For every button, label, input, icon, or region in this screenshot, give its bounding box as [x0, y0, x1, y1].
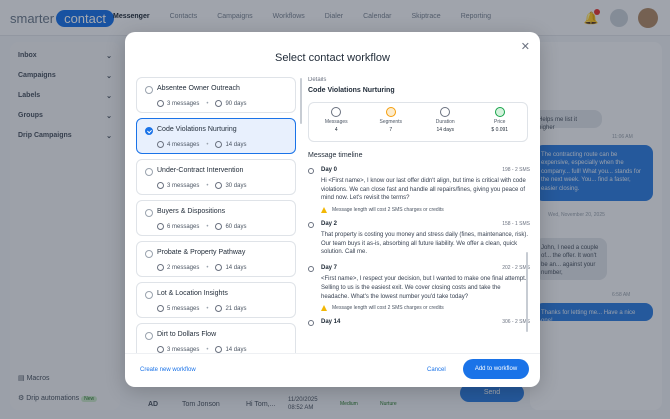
radio-button[interactable] [145, 291, 153, 299]
workflow-details: Details Code Violations Nurturing Messag… [308, 77, 530, 353]
workflow-item[interactable]: Under-Contract Intervention 3 messages • 3… [136, 159, 296, 195]
timeline-day: Day 7 202 - 2 SMS <First name>, I respect… [308, 265, 530, 312]
workflow-modal: Select contact workflow ✕ Absentee Owner… [125, 32, 540, 387]
timeline-day: Day 0 198 - 2 SMS Hi <First name>, I know… [308, 167, 530, 214]
modal-footer: Create new workflow Cancel Add to workfl… [125, 353, 540, 387]
clock-icon [440, 107, 451, 117]
chat-icon [157, 223, 164, 230]
radio-button[interactable] [145, 209, 153, 217]
stats-card: Messages 4 Segments 7 Duration 14 days P… [308, 102, 528, 142]
timeline-day: Day 14 306 - 2 SMS [308, 319, 530, 327]
workflow-item[interactable]: Buyers & Dispositions 6 messages • 60 days [136, 200, 296, 236]
details-workflow-name: Code Violations Nurturing [308, 87, 395, 94]
cancel-button[interactable]: Cancel [427, 367, 446, 373]
details-scrollbar[interactable] [526, 252, 528, 332]
chat-icon [157, 141, 164, 148]
clock-icon [215, 305, 223, 312]
stat-duration: Duration 14 days [418, 103, 473, 141]
clock-icon [215, 223, 223, 230]
clock-icon [215, 100, 223, 107]
chat-icon [157, 182, 164, 189]
close-icon[interactable]: ✕ [521, 40, 530, 53]
timeline-day: Day 2 158 - 1 SMS That property is costin… [308, 221, 530, 257]
sms-warning: Message length will cost 2 SMS charges o… [321, 207, 530, 214]
chat-icon [157, 100, 164, 107]
workflow-item[interactable]: Dirt to Dollars Flow 3 messages • 14 days [136, 323, 296, 353]
clock-icon [215, 182, 223, 189]
radio-button[interactable] [145, 332, 153, 340]
clock-icon [215, 264, 223, 271]
checked-radio-icon[interactable] [145, 127, 153, 135]
chat-icon [157, 305, 164, 312]
timeline-dot [308, 222, 314, 229]
radio-button[interactable] [145, 86, 153, 94]
radio-button[interactable] [145, 168, 153, 176]
stat-messages: Messages 4 [309, 103, 364, 141]
warning-icon [321, 207, 327, 214]
warning-icon [321, 305, 327, 312]
list-scrollbar[interactable] [300, 78, 302, 124]
timeline-title: Message timeline [308, 152, 363, 159]
sms-warning: Message length will cost 2 SMS charges o… [321, 305, 530, 312]
stat-price: Price $ 0.091 [473, 103, 528, 141]
chat-icon [331, 107, 342, 117]
timeline-dot [308, 168, 314, 174]
create-workflow-link[interactable]: Create new workflow [140, 367, 196, 373]
stat-segments: Segments 7 [364, 103, 419, 141]
workflow-item-selected[interactable]: Code Violations Nurturing 4 messages • 14 … [136, 118, 296, 154]
timeline-dot [308, 266, 314, 273]
workflow-item[interactable]: Absentee Owner Outreach 3 messages • 90 da… [136, 77, 296, 113]
clock-icon [215, 346, 223, 353]
workflow-item[interactable]: Probate & Property Pathway 2 messages • 14… [136, 241, 296, 277]
workflow-item[interactable]: Lot & Location Insights 5 messages • 21 da… [136, 282, 296, 318]
segments-icon [385, 107, 396, 117]
workflow-list: Absentee Owner Outreach 3 messages • 90 da… [136, 77, 298, 353]
dollar-icon [494, 107, 505, 117]
chat-icon [157, 346, 164, 353]
add-to-workflow-button[interactable]: Add to workflow [463, 359, 529, 379]
chat-icon [157, 264, 164, 271]
timeline-dot [308, 320, 314, 327]
radio-button[interactable] [145, 250, 153, 258]
clock-icon [215, 141, 223, 148]
details-label: Details [308, 77, 327, 83]
modal-title: Select contact workflow [275, 52, 390, 64]
